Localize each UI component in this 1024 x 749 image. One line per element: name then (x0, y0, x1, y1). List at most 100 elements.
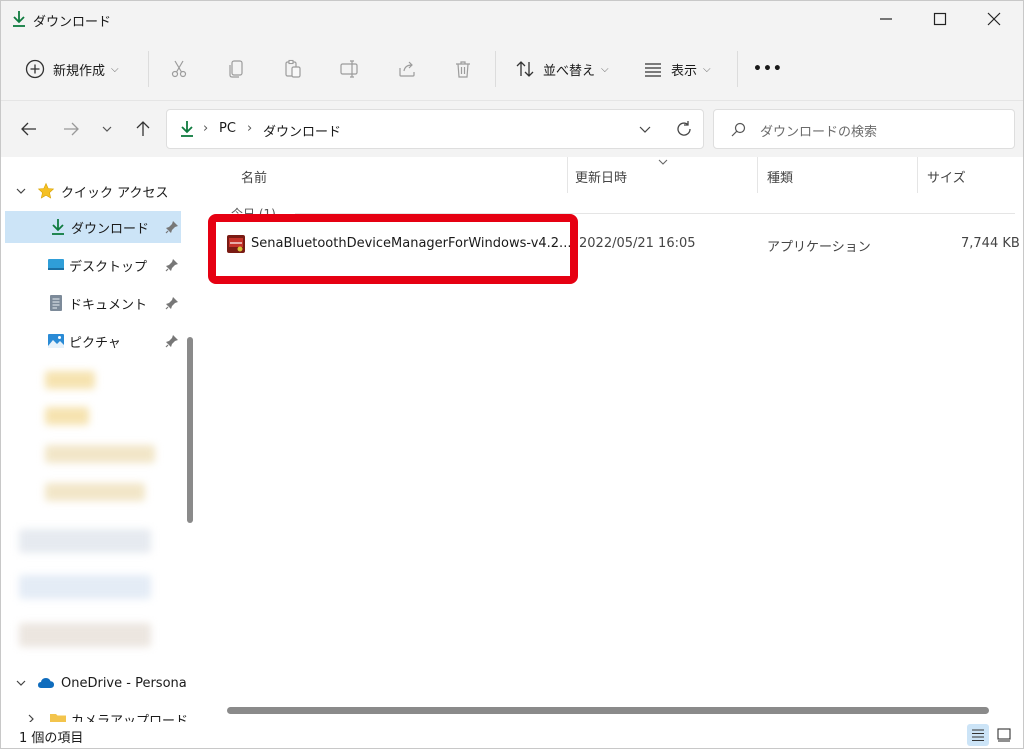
sidebar-item-downloads[interactable]: ダウンロード (5, 211, 181, 243)
chevron-right-icon: › (247, 121, 253, 136)
rename-icon (340, 60, 358, 78)
minimize-button[interactable] (863, 1, 909, 37)
column-header-type[interactable]: 種類 (767, 167, 793, 186)
status-bar: 1 個の項目 (1, 722, 1023, 748)
sidebar-item-label: デスクトップ (69, 259, 148, 275)
column-divider[interactable] (567, 157, 568, 193)
redacted-item (19, 575, 151, 599)
document-icon (50, 295, 62, 311)
cloud-icon (38, 678, 54, 688)
forward-button[interactable] (61, 119, 81, 139)
sidebar-item-onedrive[interactable]: OneDrive - Persona (5, 667, 187, 699)
file-explorer-window: ダウンロード 新規作成 ⌵ 並べ替え ⌵ 表示 ⌵ ••• › PC › ダウン… (0, 0, 1024, 749)
chevron-down-icon: ⌵ (601, 63, 609, 75)
back-button[interactable] (19, 119, 39, 139)
more-button[interactable]: ••• (753, 51, 783, 87)
sidebar-scrollbar[interactable] (187, 337, 193, 523)
paste-button[interactable] (283, 51, 303, 87)
sidebar-item-label: OneDrive - Persona (61, 675, 187, 691)
horizontal-scrollbar[interactable] (227, 707, 989, 714)
separator (495, 51, 496, 87)
star-icon (37, 182, 55, 199)
view-list-icon (645, 63, 661, 77)
chevron-right-icon: › (203, 121, 209, 136)
window-title: ダウンロード (33, 15, 112, 30)
arrow-right-icon (64, 122, 79, 136)
copy-icon (229, 60, 243, 78)
download-icon (13, 11, 25, 27)
rename-button[interactable] (339, 51, 359, 87)
address-bar[interactable]: › PC › ダウンロード (166, 109, 704, 149)
copy-button[interactable] (227, 51, 247, 87)
column-header-name[interactable]: 名前 (241, 167, 267, 186)
quick-access-label: クイック アクセス (61, 185, 169, 201)
new-button[interactable]: 新規作成 ⌵ (25, 51, 119, 87)
separator (737, 51, 738, 87)
details-view-button[interactable] (967, 724, 989, 746)
sort-icon (516, 61, 534, 77)
trash-icon (456, 61, 470, 78)
delete-button[interactable] (453, 51, 473, 87)
sidebar-item-label: ピクチャ (69, 335, 121, 351)
sidebar-item-label: カメラアップロード (71, 713, 189, 723)
breadcrumb-pc[interactable]: PC (219, 121, 236, 136)
pin-icon[interactable] (165, 334, 179, 348)
details-view-icon (972, 729, 984, 742)
share-button[interactable] (397, 51, 417, 87)
desktop-icon (48, 259, 64, 270)
pin-icon[interactable] (165, 220, 179, 234)
breadcrumb-downloads[interactable]: ダウンロード (263, 121, 341, 140)
arrow-up-icon (136, 121, 150, 136)
separator (148, 51, 149, 87)
maximize-button[interactable] (917, 1, 963, 37)
quick-access-item[interactable]: クイック アクセス (5, 175, 181, 207)
sidebar-item-label: ドキュメント (69, 297, 148, 313)
view-label: 表示 (671, 63, 698, 79)
file-modified: 2022/05/21 16:05 (579, 236, 696, 251)
chevron-down-icon (102, 126, 112, 132)
highlight-annotation (208, 214, 578, 284)
chevron-down-icon[interactable] (637, 121, 653, 137)
up-button[interactable] (133, 119, 153, 139)
chevron-right-icon (28, 714, 34, 722)
sidebar-item-pictures[interactable]: ピクチャ (5, 325, 181, 357)
redacted-folder (45, 407, 89, 425)
refresh-icon[interactable] (675, 120, 693, 138)
tiles-view-button[interactable] (993, 724, 1015, 746)
sort-button[interactable]: 並べ替え ⌵ (515, 51, 609, 87)
search-input[interactable]: ダウンロードの検索 (760, 121, 877, 140)
redacted-item (19, 529, 151, 553)
download-icon (52, 219, 64, 235)
sidebar-item-desktop[interactable]: デスクトップ (5, 249, 181, 281)
column-divider[interactable] (757, 157, 758, 193)
pin-icon[interactable] (165, 258, 179, 272)
folder-icon (50, 714, 66, 722)
close-button[interactable] (971, 1, 1017, 37)
item-count: 1 個の項目 (19, 731, 84, 746)
column-header-modified[interactable]: 更新日時 (575, 167, 627, 186)
pin-icon[interactable] (165, 296, 179, 310)
plus-circle-icon (25, 59, 45, 79)
chevron-down-icon: ⌵ (703, 63, 711, 75)
sort-label: 並べ替え (543, 63, 596, 79)
search-box[interactable]: ダウンロードの検索 (713, 109, 1015, 149)
navigation-pane: クイック アクセス ダウンロード デスクトップ ドキュメント ピクチャ OneD… (1, 157, 199, 722)
chevron-down-icon (16, 680, 26, 686)
file-type: アプリケーション (767, 240, 871, 255)
chevron-down-icon (16, 188, 26, 194)
file-size: 7,744 KB (961, 236, 1020, 251)
command-bar: 新規作成 ⌵ 並べ替え ⌵ 表示 ⌵ ••• (1, 37, 1023, 101)
column-divider[interactable] (917, 157, 918, 193)
recent-locations-button[interactable] (97, 119, 117, 139)
column-header-size[interactable]: サイズ (927, 167, 966, 186)
cut-button[interactable] (169, 51, 189, 87)
arrow-left-icon (21, 122, 36, 136)
tiles-view-icon (997, 728, 1011, 742)
view-button[interactable]: 表示 ⌵ (643, 51, 711, 87)
redacted-item (19, 623, 151, 647)
sidebar-item-camera-upload[interactable]: カメラアップロード (5, 703, 188, 722)
chevron-down-icon: ⌵ (111, 63, 119, 75)
scissors-icon (171, 60, 187, 78)
sidebar-item-documents[interactable]: ドキュメント (5, 287, 181, 319)
title-bar: ダウンロード (1, 1, 1023, 37)
